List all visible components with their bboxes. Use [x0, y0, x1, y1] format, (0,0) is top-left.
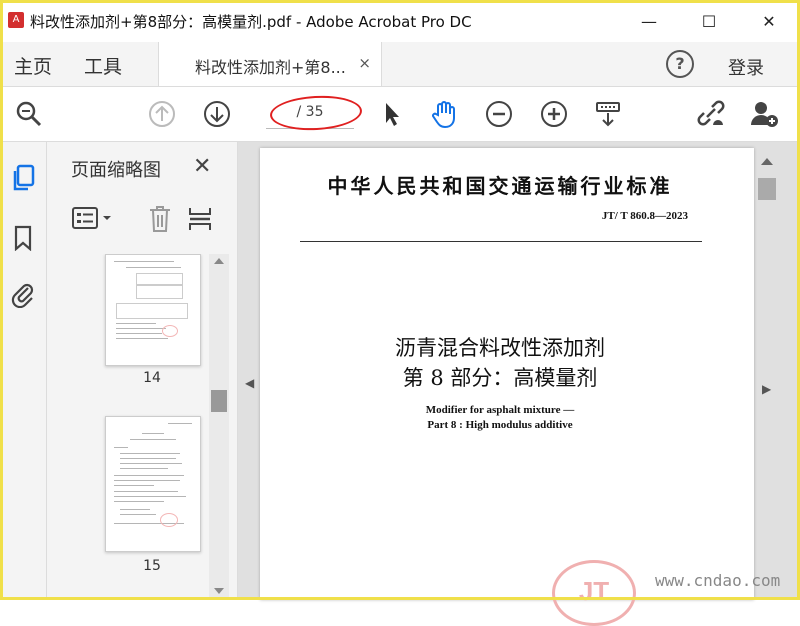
document-subtitle-en: Part 8 : High modulus additive	[427, 419, 573, 431]
page-thumbnails-panel: 页面缩略图 ✕ 14 15	[47, 142, 238, 600]
thumbnail-options-icon[interactable]	[71, 206, 115, 232]
document-subtitle-cn: 第 8 部分：高模量剂	[402, 366, 598, 390]
hand-tool-icon[interactable]	[427, 97, 461, 131]
zoom-out-icon[interactable]	[482, 97, 516, 131]
page-layout-icon[interactable]	[187, 204, 213, 234]
standard-number: JT/ T 860.8—2023	[601, 210, 688, 222]
document-scroll-thumb[interactable]	[758, 178, 776, 200]
select-cursor-icon[interactable]	[374, 97, 408, 131]
jt-stamp-logo: JT	[552, 560, 636, 626]
attachment-icon[interactable]	[9, 280, 37, 308]
tab-bar: 主页 工具 料改性添加剂+第8... × ? 登录	[0, 42, 800, 87]
pdf-page: 中华人民共和国交通运输行业标准 JT/ T 860.8—2023 沥青混合料改性…	[260, 148, 754, 626]
bookmark-icon[interactable]	[9, 224, 37, 252]
maximize-button[interactable]: ☐	[686, 6, 732, 36]
panel-title: 页面缩略图	[71, 160, 161, 181]
add-user-icon[interactable]	[748, 97, 782, 131]
header-rule	[300, 241, 702, 242]
login-button[interactable]: 登录	[728, 54, 764, 80]
document-view[interactable]: ◀ 中华人民共和国交通运输行业标准 JT/ T 860.8—2023 沥青混合料…	[238, 142, 800, 626]
document-scrollbar[interactable]: ▶	[754, 148, 782, 600]
thumbnail-list: 14 15	[55, 254, 213, 600]
collapse-left-panel-icon[interactable]: ◀	[245, 376, 254, 390]
scroll-mode-icon[interactable]	[591, 97, 625, 131]
tab-home[interactable]: 主页	[14, 52, 52, 79]
minimize-button[interactable]: —	[626, 6, 672, 36]
document-tab-label: 料改性添加剂+第8...	[195, 58, 346, 77]
next-page-icon[interactable]	[200, 97, 234, 131]
search-icon[interactable]	[12, 97, 46, 131]
standard-header: 中华人民共和国交通运输行业标准	[327, 174, 673, 198]
page-thumbnail[interactable]	[105, 254, 201, 366]
acrobat-app-icon: A	[8, 12, 24, 28]
panel-toolbar	[47, 194, 237, 244]
thumbnail-page-number: 14	[143, 370, 161, 386]
site-watermark: www.cndao.com	[655, 571, 781, 590]
thumbnail-scrollbar[interactable]	[209, 254, 229, 600]
delete-page-icon[interactable]	[147, 204, 173, 234]
help-icon[interactable]: ?	[666, 50, 694, 78]
zoom-in-icon[interactable]	[537, 97, 571, 131]
collapse-right-panel-icon[interactable]: ▶	[762, 382, 771, 396]
document-title-cn: 沥青混合料改性添加剂	[395, 336, 605, 360]
page-thumbnails-icon[interactable]	[9, 164, 37, 192]
thumbnail-page-number: 15	[143, 558, 161, 574]
tab-document[interactable]: 料改性添加剂+第8... ×	[158, 42, 382, 86]
document-title-en: Modifier for asphalt mixture —	[425, 404, 575, 416]
document-tab-close-button[interactable]: ×	[358, 54, 371, 72]
tab-tools[interactable]: 工具	[84, 52, 122, 79]
panel-close-button[interactable]: ✕	[193, 154, 211, 179]
thumbnail-scroll-thumb[interactable]	[211, 390, 227, 412]
toolbar: / 35	[0, 87, 800, 142]
page-thumbnail[interactable]	[105, 416, 201, 552]
prev-page-icon[interactable]	[145, 97, 179, 131]
share-link-icon[interactable]	[694, 97, 728, 131]
close-window-button[interactable]: ✕	[746, 6, 792, 36]
window-title: 料改性添加剂+第8部分：高模量剂.pdf - Adobe Acrobat Pro…	[30, 13, 472, 31]
navigation-rail	[0, 142, 47, 600]
title-bar: A 料改性添加剂+第8部分：高模量剂.pdf - Adobe Acrobat P…	[0, 0, 800, 42]
